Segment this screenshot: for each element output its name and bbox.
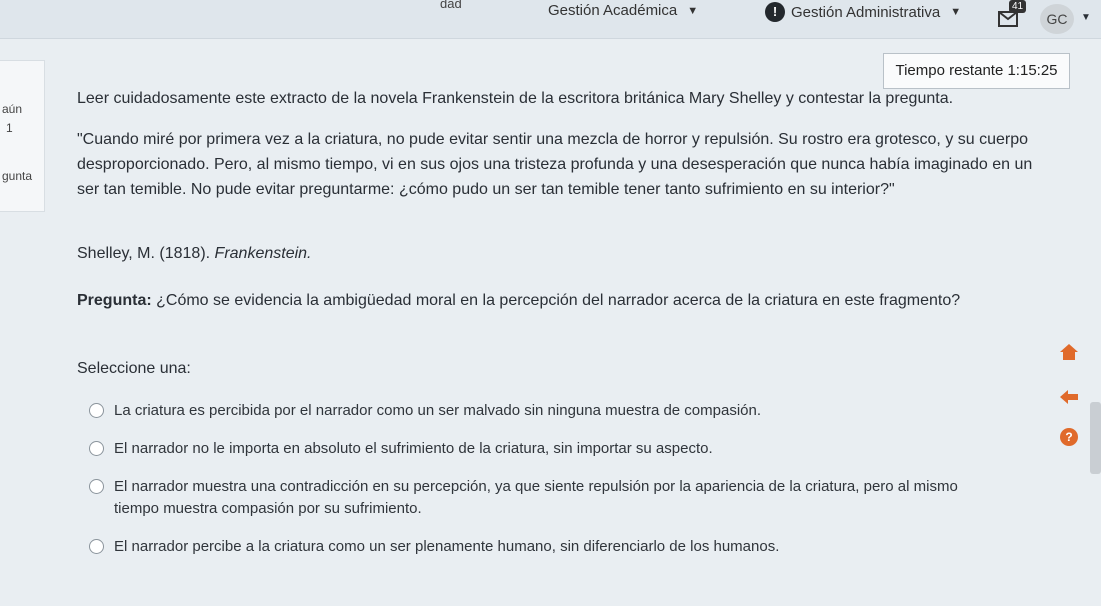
nav-item-label: Gestión Académica bbox=[548, 2, 678, 19]
help-icon[interactable]: ? bbox=[1057, 425, 1081, 449]
alert-icon: ! bbox=[765, 2, 785, 22]
nav-item-gestion-administrativa[interactable]: ! Gestión Administrativa ▼ bbox=[765, 2, 961, 22]
answer-option-c[interactable]: El narrador muestra una contradicción en… bbox=[89, 476, 994, 520]
question-body: ¿Cómo se evidencia la ambigüedad moral e… bbox=[151, 292, 961, 309]
nav-item-truncated[interactable]: dad bbox=[440, 0, 462, 11]
answer-option-label[interactable]: La criatura es percibida por el narrador… bbox=[114, 400, 994, 422]
radio-button[interactable] bbox=[89, 539, 104, 554]
citation-title: Frankenstein. bbox=[214, 245, 312, 262]
chevron-down-icon: ▼ bbox=[687, 4, 699, 17]
answer-option-label[interactable]: El narrador percibe a la criatura como u… bbox=[114, 536, 994, 558]
home-icon[interactable] bbox=[1057, 340, 1081, 364]
citation-author: Shelley, M. (1818). bbox=[77, 245, 215, 262]
instructions-text: Leer cuidadosamente este extracto de la … bbox=[77, 90, 954, 107]
top-navigation-bar: dad Gestión Académica ▼ ! Gestión Admini… bbox=[0, 0, 1101, 39]
question-text: Pregunta: ¿Cómo se evidencia la ambigüed… bbox=[77, 292, 1037, 310]
citation: Shelley, M. (1818). Frankenstein. bbox=[77, 245, 311, 263]
left-panel-text: aún bbox=[2, 102, 23, 116]
nav-item-label: Gestión Administrativa bbox=[791, 3, 941, 21]
left-panel-text: gunta bbox=[2, 169, 33, 183]
time-remaining-box: Tiempo restante 1:15:25 bbox=[883, 53, 1070, 89]
radio-button[interactable] bbox=[89, 441, 104, 456]
left-info-panel: aún 1 gunta bbox=[0, 60, 45, 212]
left-panel-text: 1 bbox=[6, 121, 13, 135]
select-one-label: Seleccione una: bbox=[77, 360, 191, 377]
avatar[interactable]: GC bbox=[1040, 4, 1074, 34]
question-label: Pregunta: bbox=[77, 292, 152, 309]
arrow-left-icon[interactable] bbox=[1057, 385, 1081, 409]
radio-button[interactable] bbox=[89, 479, 104, 494]
scrollbar[interactable] bbox=[1090, 402, 1101, 474]
answer-option-label[interactable]: El narrador muestra una contradicción en… bbox=[114, 476, 994, 520]
chevron-down-icon[interactable]: ▼ bbox=[1081, 12, 1091, 23]
answer-option-a[interactable]: La criatura es percibida por el narrador… bbox=[89, 400, 994, 422]
answer-option-d[interactable]: El narrador percibe a la criatura como u… bbox=[89, 536, 994, 558]
answer-option-label[interactable]: El narrador no le importa en absoluto el… bbox=[114, 438, 994, 460]
message-count-badge: 41 bbox=[1009, 0, 1027, 13]
radio-button[interactable] bbox=[89, 403, 104, 418]
answer-option-b[interactable]: El narrador no le importa en absoluto el… bbox=[89, 438, 994, 460]
chevron-down-icon: ▼ bbox=[950, 6, 962, 18]
nav-item-gestion-academica[interactable]: Gestión Académica ▼ bbox=[548, 2, 698, 19]
excerpt-quote: "Cuando miré por primera vez a la criatu… bbox=[77, 131, 1033, 198]
